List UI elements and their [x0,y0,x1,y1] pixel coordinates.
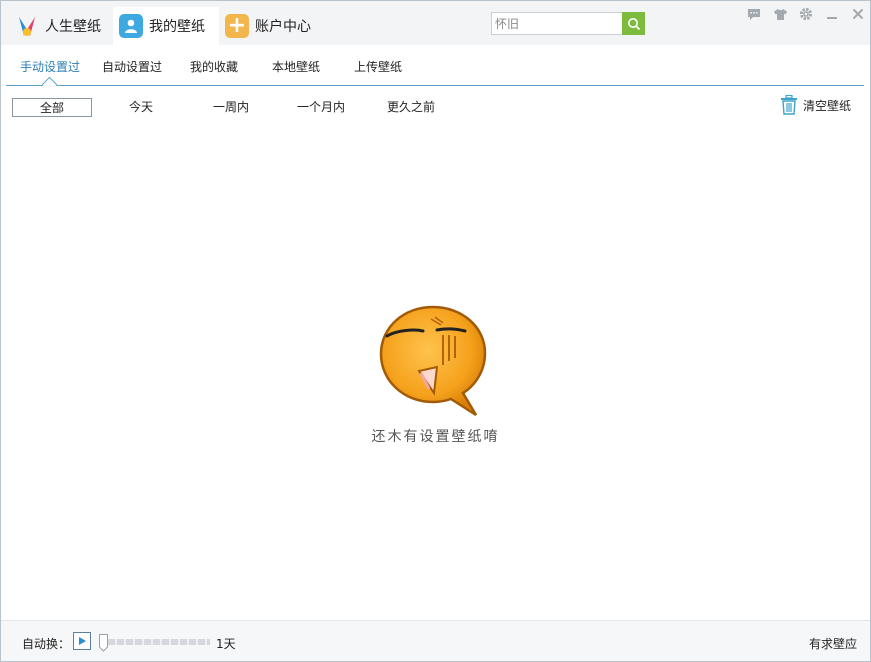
app-window: 人生壁纸 我的壁纸 + 账户中心 怀旧 手动设置过 自动设置过 我的收藏 本地壁… [0,0,871,662]
search-box [491,12,645,35]
auto-change-label: 自动换： [22,637,71,651]
skin-button[interactable] [772,6,788,22]
tab-home[interactable]: 人生壁纸 [15,7,101,45]
search-icon [627,17,640,30]
tab-my-wallpapers-label: 我的壁纸 [149,19,205,35]
trash-icon [781,95,797,115]
filter-today[interactable]: 今天 [111,98,171,117]
request-wallpaper-link[interactable]: 有求壁应 [809,635,857,652]
subnav-upload-wallpapers[interactable]: 上传壁纸 [354,58,402,75]
settings-icon [799,7,813,21]
active-tab-pointer [41,76,58,93]
minimize-icon [827,17,837,19]
interval-slider-track[interactable] [99,639,210,645]
clear-wallpapers-label: 清空壁纸 [803,98,852,113]
play-icon [79,637,86,645]
title-bar: 人生壁纸 我的壁纸 + 账户中心 [1,1,870,45]
settings-button[interactable] [798,6,814,22]
user-icon [119,14,143,38]
close-button[interactable] [850,6,866,22]
interval-value: 1天 [216,637,236,651]
subnav-manual-set[interactable]: 手动设置过 [20,58,80,75]
clear-wallpapers-button[interactable]: 清空壁纸 [780,95,851,115]
search-input[interactable] [491,12,624,35]
plus-icon: + [225,14,249,38]
message-button[interactable] [746,6,762,22]
empty-state-message: 还木有设置壁纸唷 [371,429,500,445]
footer-bar: 自动换： 1天 有求壁应 [1,620,870,661]
filter-week[interactable]: 一周内 [201,98,261,117]
sub-nav: 手动设置过 自动设置过 我的收藏 本地壁纸 上传壁纸 [6,45,864,93]
skin-icon [773,8,787,20]
filter-month[interactable]: 一个月内 [291,98,351,117]
app-logo-icon [15,14,39,38]
subnav-favorites[interactable]: 我的收藏 [190,58,238,75]
tab-home-label: 人生壁纸 [45,19,101,35]
subnav-auto-set[interactable]: 自动设置过 [102,58,162,75]
subnav-local-wallpapers[interactable]: 本地壁纸 [272,58,320,75]
close-icon [852,8,864,20]
tab-account-center[interactable]: + 账户中心 [225,7,311,45]
sad-face-bubble-icon [377,303,489,419]
tab-account-center-label: 账户中心 [255,19,311,35]
interval-slider-handle[interactable] [99,634,108,652]
search-button[interactable] [622,12,645,35]
auto-change-play-button[interactable] [73,632,91,650]
minimize-button[interactable] [824,6,840,22]
filter-all[interactable]: 全部 [12,98,92,117]
tab-my-wallpapers[interactable]: 我的壁纸 [113,7,219,45]
message-icon [748,8,760,20]
filter-older[interactable]: 更久之前 [381,98,441,117]
